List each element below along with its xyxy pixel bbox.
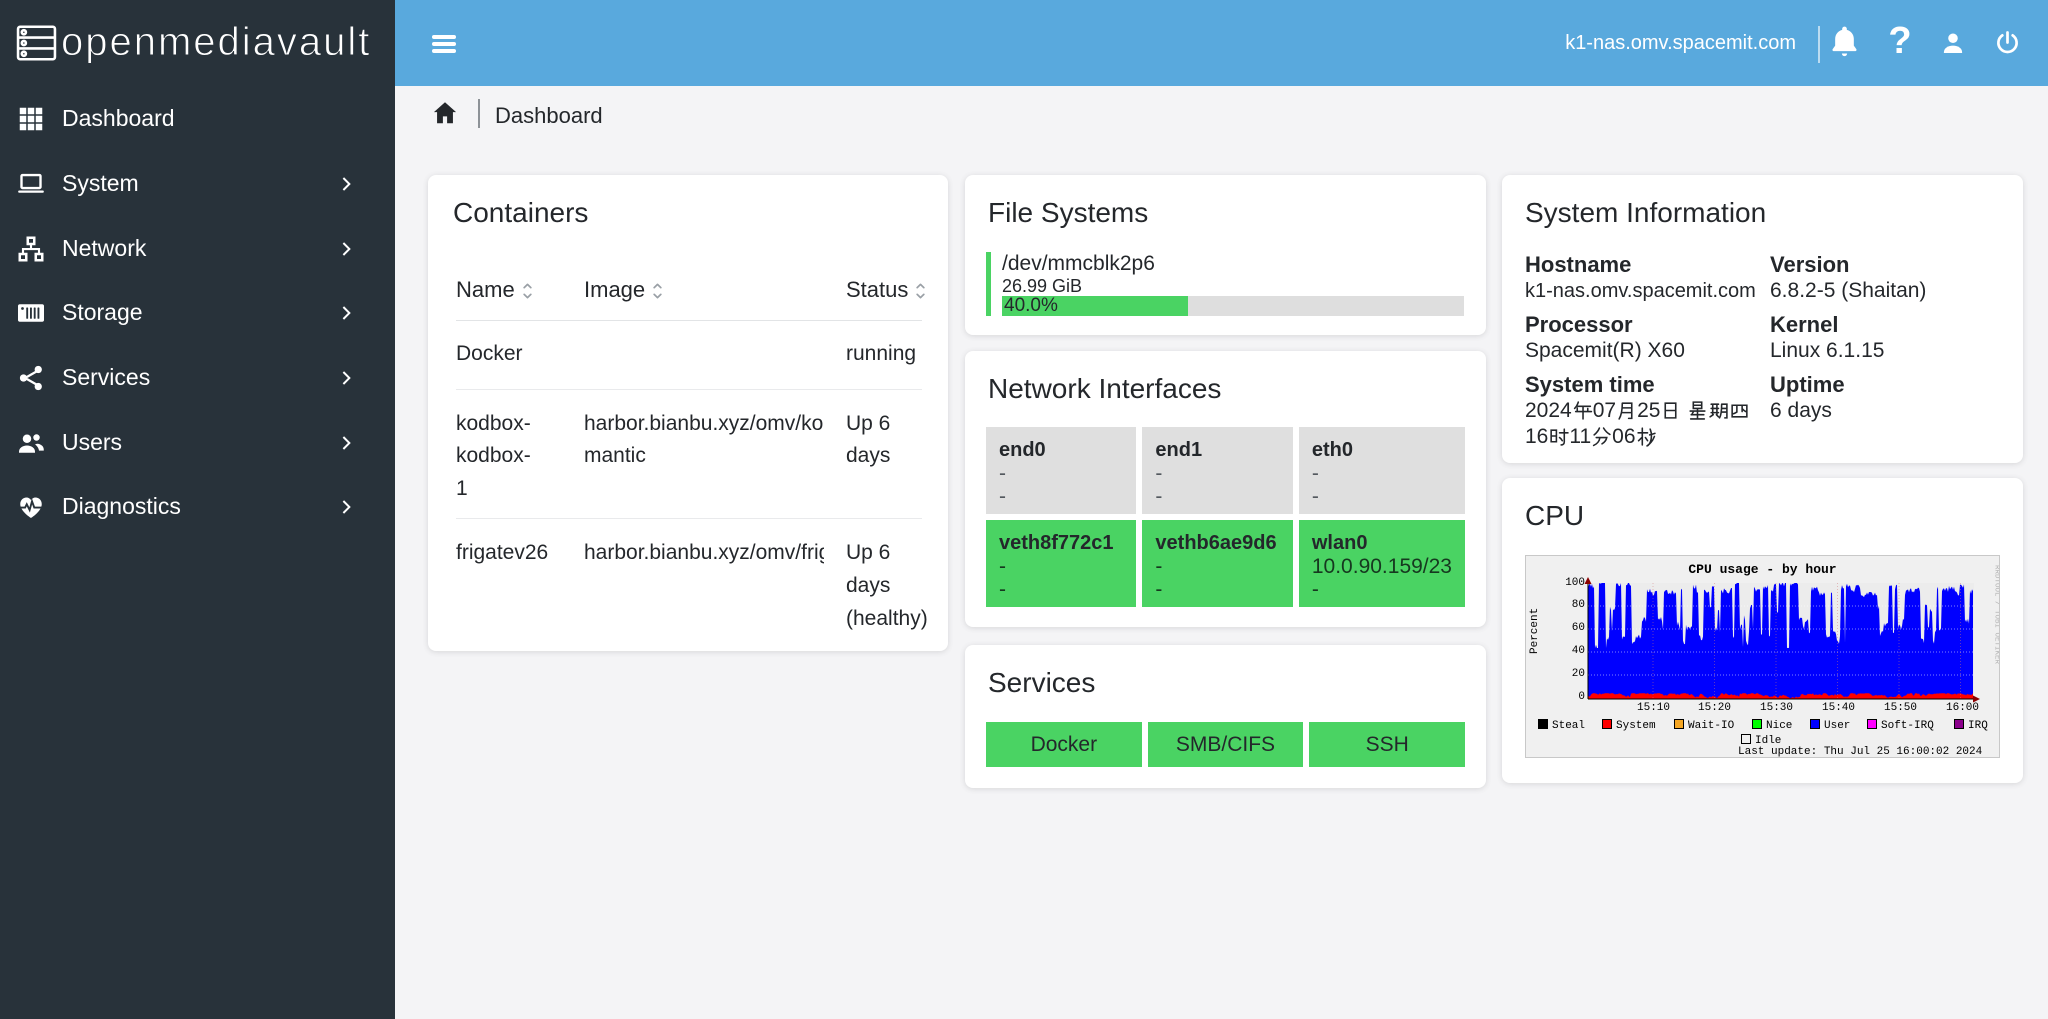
svg-text:RRDTOOL / TOBI OETIKER: RRDTOOL / TOBI OETIKER (1993, 565, 2000, 665)
